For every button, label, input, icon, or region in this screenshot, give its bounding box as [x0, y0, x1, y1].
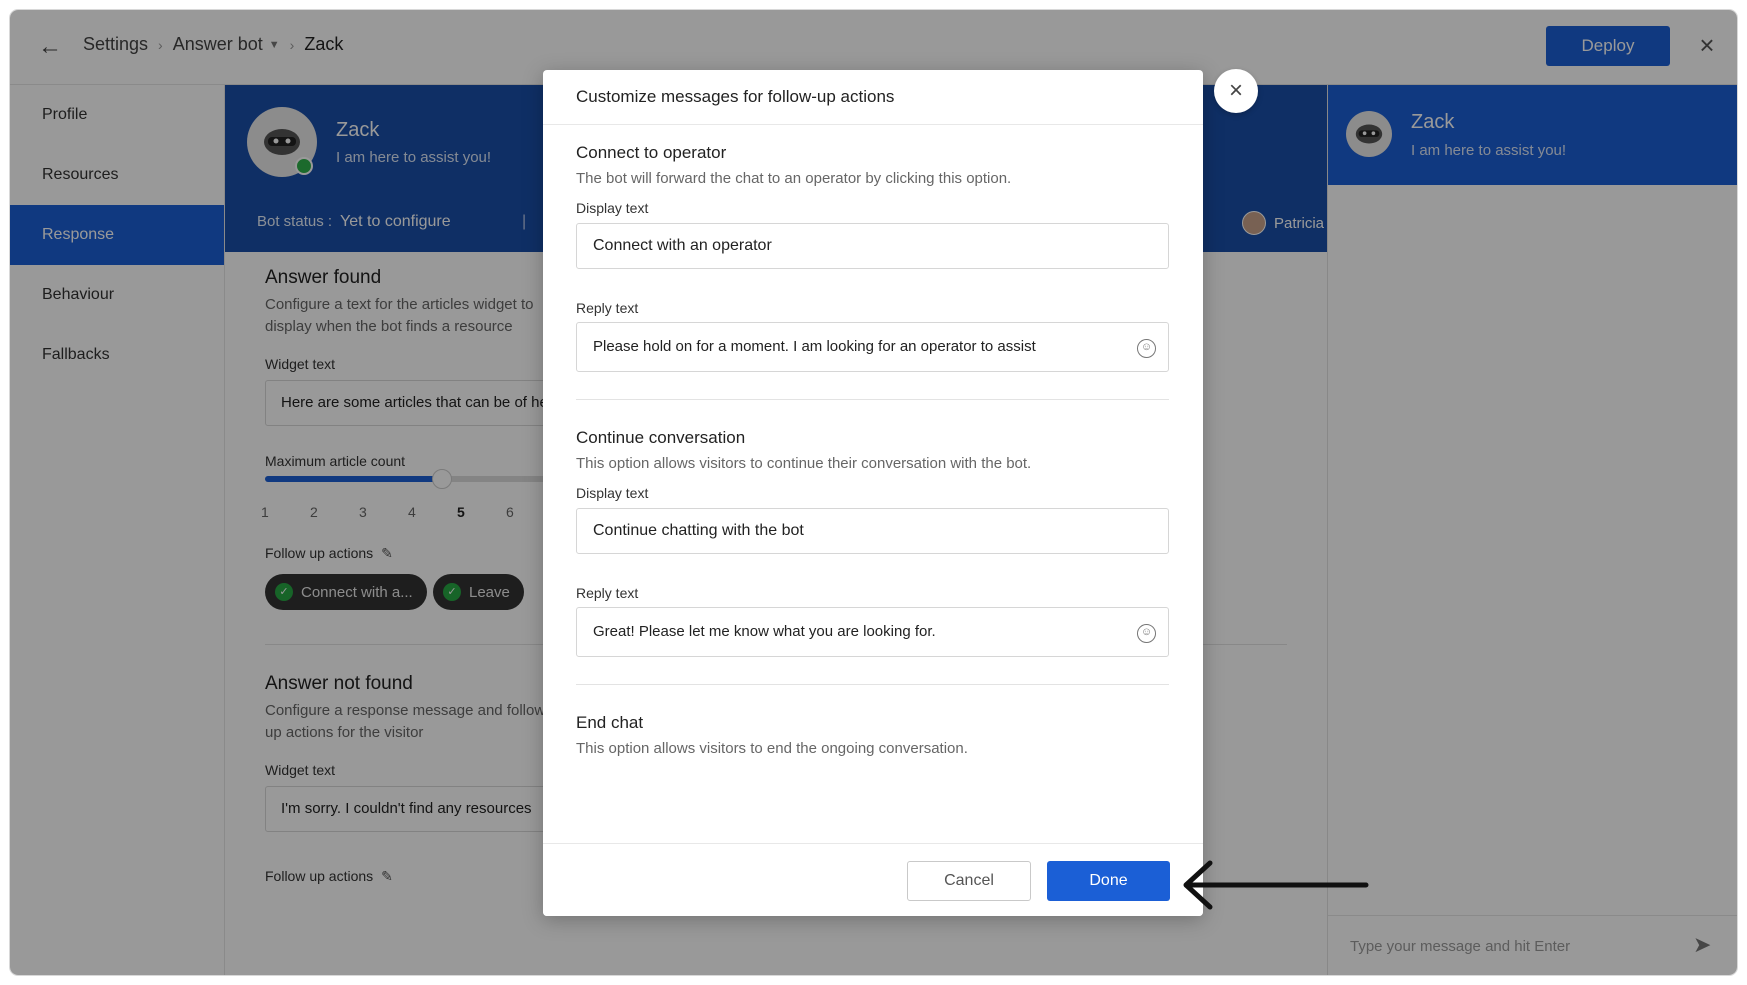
- reply-text-label: Reply text: [576, 300, 639, 316]
- continue-conversation-title: Continue conversation: [576, 428, 746, 447]
- cancel-button[interactable]: Cancel: [907, 861, 1031, 901]
- continue-conversation-description: This option allows visitors to continue …: [576, 455, 1032, 472]
- customize-messages-modal: Customize messages for follow-up actions…: [543, 70, 1203, 916]
- section-divider: [576, 684, 1169, 685]
- modal-footer: Cancel Done: [543, 843, 1203, 916]
- end-chat-description: This option allows visitors to end the o…: [576, 740, 968, 757]
- reply-text-label: Reply text: [576, 585, 639, 601]
- modal-header: Customize messages for follow-up actions: [543, 70, 1203, 125]
- connect-operator-display-input[interactable]: Connect with an operator: [576, 223, 1169, 269]
- connect-operator-title: Connect to operator: [576, 143, 727, 162]
- section-divider: [576, 399, 1169, 400]
- continue-conversation-display-input[interactable]: Continue chatting with the bot: [576, 508, 1169, 554]
- annotation-arrow-icon: [1183, 860, 1369, 910]
- display-text-label: Display text: [576, 200, 649, 216]
- reply-text-value: Great! Please let me know what you are l…: [593, 623, 936, 640]
- modal-title: Customize messages for follow-up actions: [576, 87, 895, 106]
- connect-operator-description: The bot will forward the chat to an oper…: [576, 170, 1012, 187]
- modal-body[interactable]: Connect to operator The bot will forward…: [543, 126, 1203, 843]
- emoji-icon[interactable]: ☺: [1137, 624, 1156, 643]
- reply-text-value: Please hold on for a moment. I am lookin…: [593, 338, 1036, 355]
- done-button[interactable]: Done: [1047, 861, 1170, 901]
- emoji-icon[interactable]: ☺: [1137, 339, 1156, 358]
- screen: ← Settings › Answer bot ▼ › Zack Deploy …: [0, 0, 1747, 985]
- end-chat-title: End chat: [576, 713, 644, 732]
- connect-operator-reply-input[interactable]: Please hold on for a moment. I am lookin…: [576, 322, 1169, 372]
- display-text-label: Display text: [576, 485, 649, 501]
- continue-conversation-reply-input[interactable]: Great! Please let me know what you are l…: [576, 607, 1169, 657]
- modal-close-icon[interactable]: ×: [1214, 69, 1258, 113]
